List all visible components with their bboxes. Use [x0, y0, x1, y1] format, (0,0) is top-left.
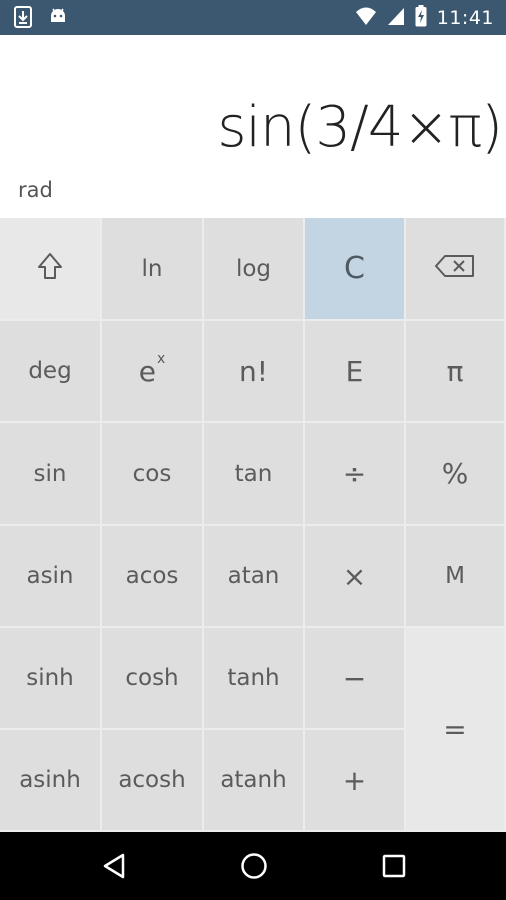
exp-superscript-label: x: [156, 351, 166, 367]
asin-button[interactable]: asin: [0, 526, 102, 628]
clear-button[interactable]: C: [305, 218, 406, 321]
battery-charging-icon: [415, 5, 427, 31]
minus-button[interactable]: −: [305, 628, 406, 730]
multiply-button[interactable]: ×: [305, 526, 406, 628]
calculator-display: sin(3/4×π) rad: [0, 35, 506, 218]
cos-button[interactable]: cos: [102, 423, 204, 526]
sin-button[interactable]: sin: [0, 423, 102, 526]
scientific-e-button[interactable]: E: [305, 321, 406, 423]
log-button[interactable]: log: [204, 218, 305, 321]
pi-button[interactable]: π: [406, 321, 506, 423]
keypad: ln log C deg ex n! E π sin cos tan ÷ % a…: [0, 218, 506, 832]
atanh-button[interactable]: atanh: [204, 730, 305, 832]
status-time: 11:41: [436, 7, 494, 29]
deg-button[interactable]: deg: [0, 321, 102, 423]
acosh-button[interactable]: acosh: [102, 730, 204, 832]
asinh-button[interactable]: asinh: [0, 730, 102, 832]
cosh-button[interactable]: cosh: [102, 628, 204, 730]
android-icon: [48, 6, 68, 32]
back-icon[interactable]: [98, 850, 130, 882]
status-bar: 11:41: [0, 0, 506, 35]
download-icon: [14, 6, 32, 32]
recents-icon[interactable]: [378, 850, 410, 882]
divide-button[interactable]: ÷: [305, 423, 406, 526]
navigation-bar: [0, 832, 506, 900]
exp-button[interactable]: ex: [102, 321, 204, 423]
memory-button[interactable]: M: [406, 526, 506, 628]
home-icon[interactable]: [238, 850, 270, 882]
shift-button[interactable]: [0, 218, 102, 321]
shift-icon: [36, 251, 64, 287]
factorial-button[interactable]: n!: [204, 321, 305, 423]
ln-button[interactable]: ln: [102, 218, 204, 321]
angle-mode-indicator: rad: [18, 178, 53, 202]
signal-icon: [387, 6, 405, 30]
tan-button[interactable]: tan: [204, 423, 305, 526]
wifi-icon: [355, 6, 377, 30]
backspace-button[interactable]: [406, 218, 506, 321]
acos-button[interactable]: acos: [102, 526, 204, 628]
tanh-button[interactable]: tanh: [204, 628, 305, 730]
exp-base-label: e: [138, 354, 156, 388]
sinh-button[interactable]: sinh: [0, 628, 102, 730]
backspace-icon: [435, 254, 475, 283]
expression-display[interactable]: sin(3/4×π): [217, 95, 503, 160]
atan-button[interactable]: atan: [204, 526, 305, 628]
equals-button[interactable]: =: [406, 628, 506, 832]
plus-button[interactable]: +: [305, 730, 406, 832]
percent-button[interactable]: %: [406, 423, 506, 526]
